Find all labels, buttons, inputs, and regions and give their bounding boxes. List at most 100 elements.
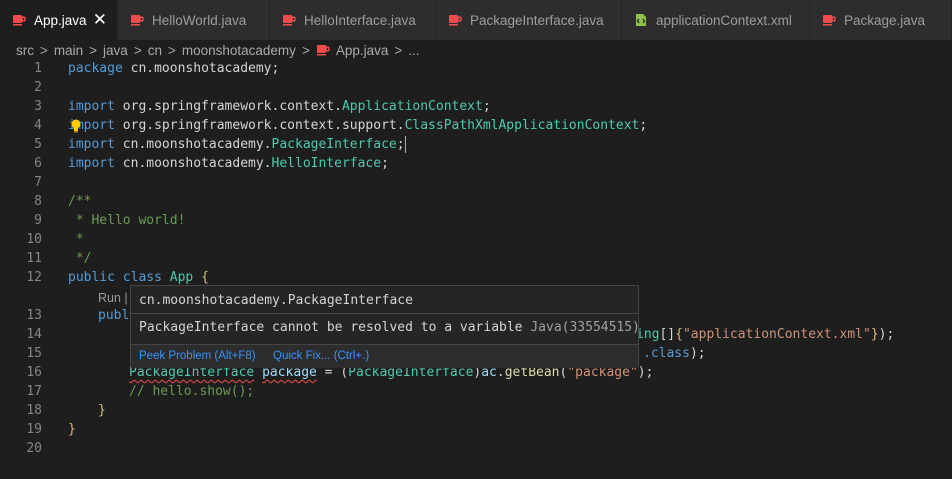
token-keyword: class [122,270,162,285]
token-text: cn.moonshotacademy. [114,137,272,152]
java-file-icon [12,13,26,27]
breadcrumb-item-java[interactable]: java [103,43,128,58]
token-bracket: } [870,327,879,342]
token-text: ; [396,137,405,152]
java-file-icon [316,43,330,57]
token-text: ); [689,346,706,361]
token-type: ClassPathXmlApplicationContext [404,118,640,133]
peek-problem-link[interactable]: Peek Problem (Alt+F8) [139,345,256,367]
line-number: 17 [26,384,42,399]
code-line[interactable]: } [68,420,76,439]
token-text: org.springframework.context. [114,99,342,114]
code-line[interactable]: // hello.show(); [129,382,254,401]
line-number: 12 [26,270,42,285]
line-number: 20 [26,441,42,456]
token-type: App [169,270,194,285]
token-comment: * [68,232,84,247]
token-bracket: } [68,422,76,437]
line-number: 19 [26,422,42,437]
line-number: 6 [34,156,42,171]
tab-package-java[interactable]: Package.java [810,0,952,40]
token-type: PackageInterface [271,137,397,152]
code-line[interactable]: import org.springframework.context.suppo… [68,116,647,135]
java-file-icon [448,13,462,27]
tab-label: App.java [34,12,87,28]
breadcrumb-separator: > [167,42,176,58]
tab-helloworld-java[interactable]: HelloWorld.java [118,0,270,40]
breadcrumb-item-more[interactable]: ... [408,43,419,58]
line-number: 14 [26,327,42,342]
token-comment: /** [68,194,92,209]
tab-label: HelloInterface.java [304,12,416,28]
breadcrumb-separator: > [301,42,310,58]
code-line[interactable]: * Hello world! [68,211,186,230]
close-icon[interactable]: ✕ [93,11,107,28]
breadcrumb-item-app-java[interactable]: App.java [336,43,389,58]
token-string: "applicationContext.xml" [682,327,871,342]
hover-type-title: cn.moonshotacademy.PackageInterface [139,293,413,308]
code-line[interactable]: import org.springframework.context.Appli… [68,97,491,116]
token-keyword: .class [643,346,690,361]
line-number: 10 [26,232,42,247]
token-type: HelloInterface [271,156,382,171]
tab-label: HelloWorld.java [152,12,247,28]
token-text: cn.moonshotacademy. [114,156,272,171]
token-text: ); [878,327,895,342]
token-keyword: package [68,61,123,76]
lightbulb-icon[interactable] [70,118,82,133]
token-keyword: import [68,137,115,152]
token-comment: */ [68,251,92,266]
code-line[interactable]: package cn.moonshotacademy; [68,59,279,78]
tab-app-java[interactable]: App.java ✕ [0,0,118,40]
token-keyword: public [68,270,115,285]
token-text: [] [659,327,676,342]
line-number: 7 [34,175,42,190]
tab-label: applicationContext.xml [656,12,792,28]
tab-hellointerface-java[interactable]: HelloInterface.java [270,0,436,40]
code-line[interactable]: publ [98,306,129,325]
token-keyword: import [68,99,115,114]
error-message: PackageInterface cannot be resolved to a… [139,320,523,335]
breadcrumb: src > main > java > cn > moonshotacademy… [0,40,952,60]
token-text: cn.moonshotacademy; [122,61,280,76]
token-keyword: import [68,156,115,171]
code-line-tail[interactable]: ing[]{"applicationContext.xml"}); [636,325,894,344]
breadcrumb-item-main[interactable]: main [54,43,83,58]
code-line[interactable]: /** [68,192,91,211]
token-text: ); [637,365,654,380]
tab-label: PackageInterface.java [470,12,604,28]
tab-label: Package.java [844,12,926,28]
breadcrumb-separator: > [40,42,48,58]
code-line-tail[interactable]: .class); [643,344,706,363]
code-line[interactable]: * [68,230,84,249]
token-text: ; [381,156,389,171]
java-file-icon [282,13,296,27]
breadcrumb-separator: > [89,42,98,58]
hover-status-bar: Peek Problem (Alt+F8) Quick Fix... (Ctrl… [131,344,638,368]
token-comment: * Hello world! [68,213,186,228]
editor-tab-bar: App.java ✕ HelloWorld.java HelloInterfac… [0,0,952,40]
line-number: 16 [26,365,42,380]
code-line[interactable]: import cn.moonshotacademy.HelloInterface… [68,154,389,173]
tab-applicationcontext-xml[interactable]: applicationContext.xml [622,0,810,40]
line-number: 9 [34,213,42,228]
error-source: Java(33554515) [530,320,640,335]
breadcrumb-item-cn[interactable]: cn [148,43,162,58]
code-line[interactable]: */ [68,249,92,268]
line-number: 3 [34,99,42,114]
line-number: 1 [34,61,42,76]
breadcrumb-item-src[interactable]: src [16,43,34,58]
hover-widget: cn.moonshotacademy.PackageInterface Pack… [130,285,640,368]
hover-message: PackageInterface cannot be resolved to a… [139,319,640,337]
quick-fix-link[interactable]: Quick Fix... (Ctrl+.) [273,345,369,367]
code-line[interactable]: import cn.moonshotacademy.PackageInterfa… [68,135,406,154]
breadcrumb-item-moonshotacademy[interactable]: moonshotacademy [182,43,296,58]
tab-packageinterface-java[interactable]: PackageInterface.java [436,0,622,40]
line-number: 18 [26,403,42,418]
breadcrumb-separator: > [133,42,142,58]
token-bracket: { [675,327,683,342]
code-line[interactable]: } [98,401,106,420]
